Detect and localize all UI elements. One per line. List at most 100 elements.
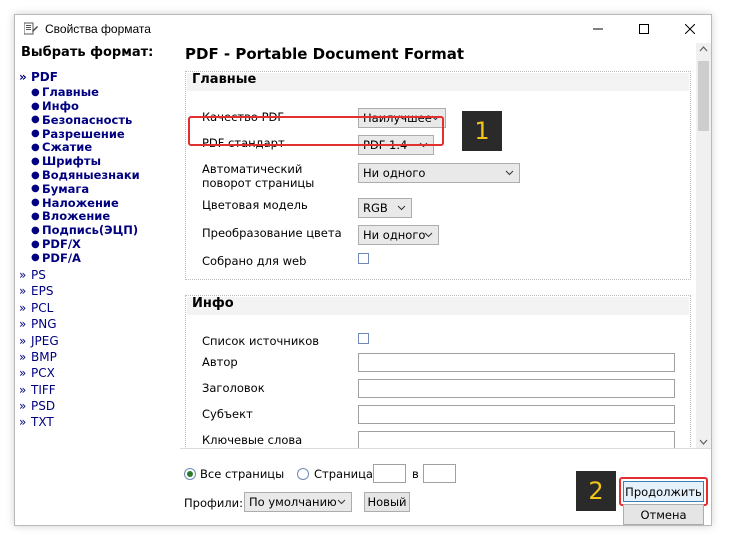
bullet-icon: ● bbox=[31, 197, 40, 209]
format-item-txt[interactable]: » TXT bbox=[19, 414, 140, 430]
format-item-ps[interactable]: » PS bbox=[19, 267, 140, 283]
color-conversion-label: Преобразование цвета bbox=[202, 226, 342, 240]
color-conversion-select[interactable]: Ни одного bbox=[358, 225, 439, 245]
tree-arrow-icon: » bbox=[19, 399, 27, 414]
format-item-png[interactable]: » PNG bbox=[19, 316, 140, 332]
bullet-icon: ● bbox=[31, 183, 40, 195]
format-item-pcx[interactable]: » PCX bbox=[19, 365, 140, 381]
pdf-sub-item[interactable]: ● Разрешение bbox=[19, 127, 140, 141]
format-item-pcl[interactable]: » PCL bbox=[19, 300, 140, 316]
pdf-sub-item[interactable]: ● PDF/X bbox=[19, 237, 140, 251]
format-item-psd[interactable]: » PSD bbox=[19, 398, 140, 414]
bullet-icon: ● bbox=[31, 114, 40, 126]
all-pages-radio[interactable] bbox=[184, 468, 196, 480]
panel-title: PDF - Portable Document Format bbox=[185, 45, 465, 63]
tree-arrow-icon: » bbox=[19, 267, 27, 282]
tree-arrow-icon: » bbox=[19, 415, 27, 430]
auto-rotate-select[interactable]: Ни одного bbox=[358, 163, 520, 183]
pdf-sub-item[interactable]: ● Главные bbox=[19, 85, 140, 99]
pdf-sub-item[interactable]: ● Бумага bbox=[19, 182, 140, 196]
maximize-button[interactable] bbox=[621, 15, 667, 43]
tree-arrow-icon: » bbox=[19, 284, 27, 299]
format-tree: » PDF ● Главные ● Инфо ● Безопасность ● Разр… bbox=[19, 69, 140, 431]
tree-arrow-icon: » bbox=[19, 382, 27, 397]
scrollbar-thumb[interactable] bbox=[698, 61, 709, 131]
bullet-icon: ● bbox=[31, 141, 40, 153]
annotation-badge-1: 1 bbox=[462, 111, 502, 151]
page-to-input[interactable] bbox=[423, 464, 456, 483]
page-from-input[interactable] bbox=[373, 464, 406, 483]
all-pages-label: Все страницы bbox=[200, 467, 285, 481]
pdf-sub-item[interactable]: ● Наложение bbox=[19, 196, 140, 210]
close-icon bbox=[685, 24, 695, 34]
chevron-down-icon bbox=[505, 170, 514, 176]
annotation-badge-2: 2 bbox=[576, 471, 616, 511]
pdf-sub-item[interactable]: ● PDF/A bbox=[19, 251, 140, 265]
format-item-jpeg[interactable]: » JPEG bbox=[19, 332, 140, 348]
info-section: Инфо Список источников Автор Заголовок С… bbox=[185, 295, 691, 448]
bullet-icon: ● bbox=[31, 210, 40, 222]
page-in-label: в bbox=[412, 467, 419, 481]
bullet-icon: ● bbox=[31, 100, 40, 112]
bullet-icon: ● bbox=[31, 169, 40, 181]
web-build-label: Собрано для web bbox=[202, 254, 307, 268]
scroll-down-icon[interactable] bbox=[699, 438, 708, 446]
page-range-label: Страница bbox=[314, 467, 373, 481]
profiles-label: Профили: bbox=[184, 496, 243, 510]
window-title: Свойства формата bbox=[45, 22, 151, 36]
subject-label: Субъект bbox=[202, 407, 253, 421]
tree-arrow-icon: » bbox=[19, 70, 27, 85]
close-button[interactable] bbox=[667, 15, 713, 43]
bullet-icon: ● bbox=[31, 128, 40, 140]
new-profile-button[interactable]: Новый bbox=[364, 492, 410, 512]
author-input[interactable] bbox=[358, 353, 675, 372]
pdf-sub-item[interactable]: ● Водяныезнаки bbox=[19, 168, 140, 182]
web-build-checkbox[interactable] bbox=[358, 253, 369, 264]
section-title-info: Инфо bbox=[192, 296, 234, 311]
bottom-bar: Все страницы Страница в Профили: По умол… bbox=[180, 448, 711, 525]
format-item-bmp[interactable]: » BMP bbox=[19, 349, 140, 365]
bullet-icon: ● bbox=[31, 86, 40, 98]
page-range-radio[interactable] bbox=[297, 468, 309, 480]
cancel-button[interactable]: Отмена bbox=[623, 504, 704, 525]
sources-list-label: Список источников bbox=[202, 334, 320, 348]
keywords-input[interactable] bbox=[358, 431, 675, 448]
author-label: Автор bbox=[202, 355, 238, 369]
tree-arrow-icon: » bbox=[19, 333, 27, 348]
pdf-sub-item[interactable]: ● Шрифты bbox=[19, 154, 140, 168]
format-item-tiff[interactable]: » TIFF bbox=[19, 381, 140, 397]
bullet-icon: ● bbox=[31, 224, 40, 236]
title-bar: Свойства формата bbox=[15, 15, 711, 43]
section-title-general: Главные bbox=[192, 72, 257, 87]
keywords-label: Ключевые слова bbox=[202, 433, 303, 447]
chevron-down-icon bbox=[397, 205, 406, 211]
subject-input[interactable] bbox=[358, 405, 675, 424]
profile-select[interactable]: По умолчанию bbox=[244, 492, 352, 512]
minimize-button[interactable] bbox=[575, 15, 621, 43]
pdf-sub-item[interactable]: ● Вложение bbox=[19, 209, 140, 223]
tree-arrow-icon: » bbox=[19, 349, 27, 364]
format-label: PDF bbox=[31, 70, 58, 85]
color-model-select[interactable]: RGB bbox=[358, 198, 412, 218]
format-properties-window: Свойства формата Выбрать формат: » PDF ●… bbox=[14, 14, 712, 526]
tree-arrow-icon: » bbox=[19, 300, 27, 315]
chevron-down-icon bbox=[337, 499, 346, 505]
tree-arrow-icon: » bbox=[19, 366, 27, 381]
vertical-scrollbar[interactable] bbox=[696, 43, 711, 448]
sources-list-checkbox[interactable] bbox=[358, 333, 369, 344]
maximize-icon bbox=[639, 24, 649, 34]
continue-button[interactable]: Продолжить bbox=[623, 481, 704, 502]
format-tree-panel: Выбрать формат: » PDF ● Главные ● Инфо ● Бе… bbox=[15, 43, 180, 525]
format-item-eps[interactable]: » EPS bbox=[19, 283, 140, 299]
choose-format-heading: Выбрать формат: bbox=[21, 45, 154, 60]
title-input[interactable] bbox=[358, 379, 675, 398]
pdf-sub-item[interactable]: ● Инфо bbox=[19, 99, 140, 113]
pdf-sub-item[interactable]: ● Сжатие bbox=[19, 140, 140, 154]
bullet-icon: ● bbox=[31, 155, 40, 167]
scroll-up-icon[interactable] bbox=[699, 45, 708, 53]
pdf-sub-item[interactable]: ● Безопасность bbox=[19, 113, 140, 127]
format-item-pdf[interactable]: » PDF bbox=[19, 69, 140, 85]
annotation-highlight-1 bbox=[188, 116, 444, 146]
pdf-sub-item[interactable]: ● Подпись(ЭЦП) bbox=[19, 223, 140, 237]
title-label: Заголовок bbox=[202, 381, 265, 395]
